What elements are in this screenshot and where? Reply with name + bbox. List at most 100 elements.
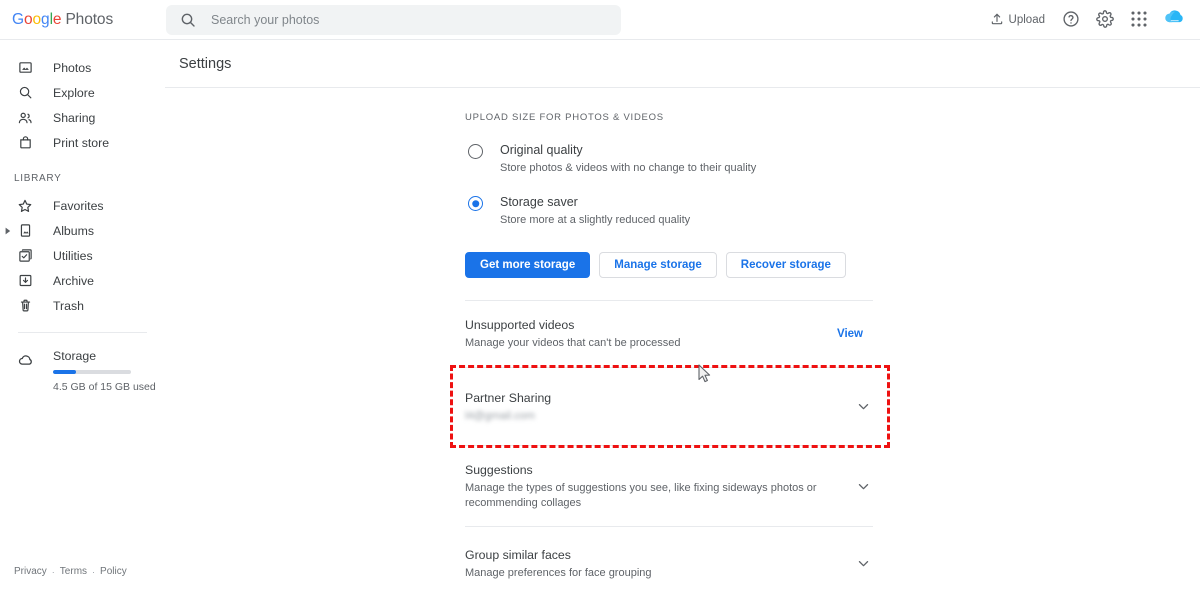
setting-action [853, 476, 873, 496]
search-bar[interactable] [166, 5, 621, 35]
gear-icon [1096, 9, 1114, 31]
setting-body: Partner Sharing l4@gmail.com [465, 390, 853, 424]
radio-original-quality[interactable] [468, 144, 483, 159]
setting-title: Partner Sharing [465, 390, 552, 405]
setting-row-group-similar-faces[interactable]: Group similar faces Manage preferences f… [465, 527, 873, 591]
upload-option-storage-saver[interactable]: Storage saver Store more at a slightly r… [465, 194, 873, 227]
setting-action [853, 554, 873, 574]
sidebar-item-label: Favorites [53, 198, 104, 213]
sidebar-item-label: Explore [53, 85, 95, 100]
chevron-right-icon[interactable] [4, 227, 12, 235]
storage-progress-fill [53, 370, 77, 374]
upload-option-original-quality[interactable]: Original quality Store photos & videos w… [465, 142, 873, 175]
search-icon [180, 12, 196, 28]
chevron-down-icon[interactable] [853, 476, 873, 496]
sidebar: Photos Explore Sharing Print store LIBRA… [0, 41, 165, 591]
page-title: Settings [179, 56, 232, 72]
setting-title: Unsupported videos [465, 318, 575, 332]
sidebar-section-library: LIBRARY [14, 173, 62, 184]
option-subtitle: Store more at a slightly reduced quality [500, 214, 691, 226]
policy-link[interactable]: Policy [100, 566, 127, 577]
upload-button[interactable]: Upload [981, 7, 1054, 34]
footer-links: Privacy · Terms · Policy [14, 566, 127, 577]
setting-row-suggestions[interactable]: Suggestions Manage the types of suggesti… [465, 446, 873, 526]
option-subtitle: Store photos & videos with no change to … [500, 162, 757, 174]
recover-storage-button[interactable]: Recover storage [725, 252, 846, 278]
sidebar-item-utilities[interactable]: Utilities [0, 243, 165, 268]
separator: · [92, 566, 96, 577]
setting-action: View [837, 328, 873, 340]
google-wordmark: Google [12, 10, 62, 28]
sidebar-item-trash[interactable]: Trash [0, 293, 165, 318]
settings-button[interactable] [1088, 3, 1122, 37]
search-icon [14, 85, 36, 100]
setting-title: Suggestions [465, 463, 533, 477]
storage-used-text: 4.5 GB of 15 GB used [53, 380, 156, 393]
sidebar-item-label: Trash [53, 298, 84, 313]
sidebar-item-label: Albums [53, 223, 95, 238]
product-name: Photos [65, 10, 114, 28]
sidebar-item-label: Sharing [53, 110, 96, 125]
radio-storage-saver[interactable] [468, 196, 483, 211]
photo-icon [14, 60, 36, 75]
album-icon [14, 223, 36, 238]
sidebar-item-albums[interactable]: Albums [0, 218, 165, 243]
sidebar-item-storage[interactable]: Storage 4.5 GB of 15 GB used [0, 349, 165, 393]
header-actions: Upload [981, 0, 1192, 40]
shopping-bag-icon [14, 135, 36, 150]
storage-progress-bar [53, 370, 131, 374]
setting-body: Suggestions Manage the types of suggesti… [465, 462, 853, 510]
apps-button[interactable] [1122, 3, 1156, 37]
cloud-icon [14, 351, 36, 368]
sidebar-item-favorites[interactable]: Favorites [0, 193, 165, 218]
utilities-icon [14, 248, 36, 263]
terms-link[interactable]: Terms [60, 566, 87, 577]
trash-icon [14, 298, 36, 313]
setting-row-unsupported-videos[interactable]: Unsupported videos Manage your videos th… [465, 301, 873, 367]
setting-subtitle: Manage your videos that can't be process… [465, 337, 681, 349]
setting-action [853, 396, 873, 416]
main-content: Settings UPLOAD SIZE FOR PHOTOS & VIDEOS… [165, 41, 1200, 591]
archive-icon [14, 273, 36, 288]
help-circle-icon [1062, 10, 1080, 31]
storage-info: Storage 4.5 GB of 15 GB used [53, 349, 156, 393]
setting-subtitle: Manage preferences for face grouping [465, 567, 652, 579]
sidebar-item-explore[interactable]: Explore [0, 80, 165, 105]
search-input[interactable] [209, 12, 589, 28]
chevron-down-icon[interactable] [853, 554, 873, 574]
separator: · [51, 566, 55, 577]
sidebar-item-photos[interactable]: Photos [0, 55, 165, 80]
option-text: Storage saver Store more at a slightly r… [500, 194, 690, 227]
page-title-bar: Settings [165, 41, 1200, 88]
sidebar-item-label: Photos [53, 60, 92, 75]
settings-column: UPLOAD SIZE FOR PHOTOS & VIDEOS Original… [465, 88, 873, 591]
apps-grid-icon [1130, 10, 1148, 31]
setting-subtitle: Manage the types of suggestions you see,… [465, 482, 817, 509]
sidebar-item-archive[interactable]: Archive [0, 268, 165, 293]
sidebar-item-label: Print store [53, 135, 110, 150]
sidebar-item-sharing[interactable]: Sharing [0, 105, 165, 130]
upload-size-group-label: UPLOAD SIZE FOR PHOTOS & VIDEOS [465, 112, 664, 123]
sidebar-item-label: Utilities [53, 248, 93, 263]
option-title: Storage saver [500, 195, 578, 209]
brand-logo[interactable]: Google Photos [12, 11, 113, 29]
manage-storage-button[interactable]: Manage storage [599, 252, 717, 278]
storage-title: Storage [53, 349, 97, 363]
star-icon [14, 198, 36, 214]
help-button[interactable] [1054, 3, 1088, 37]
upload-label: Upload [1008, 14, 1045, 26]
view-link[interactable]: View [837, 328, 873, 340]
sidebar-item-print-store[interactable]: Print store [0, 130, 165, 155]
chevron-down-icon[interactable] [853, 396, 873, 416]
privacy-link[interactable]: Privacy [14, 566, 47, 577]
setting-row-partner-sharing[interactable]: Partner Sharing l4@gmail.com [465, 368, 873, 446]
cloud-avatar-icon [1160, 4, 1188, 36]
people-icon [14, 110, 36, 126]
setting-body: Unsupported videos Manage your videos th… [465, 317, 837, 351]
setting-title: Group similar faces [465, 548, 571, 562]
get-more-storage-button[interactable]: Get more storage [465, 252, 591, 278]
sidebar-item-label: Archive [53, 273, 95, 288]
avatar[interactable] [1156, 2, 1192, 38]
option-title: Original quality [500, 143, 583, 157]
